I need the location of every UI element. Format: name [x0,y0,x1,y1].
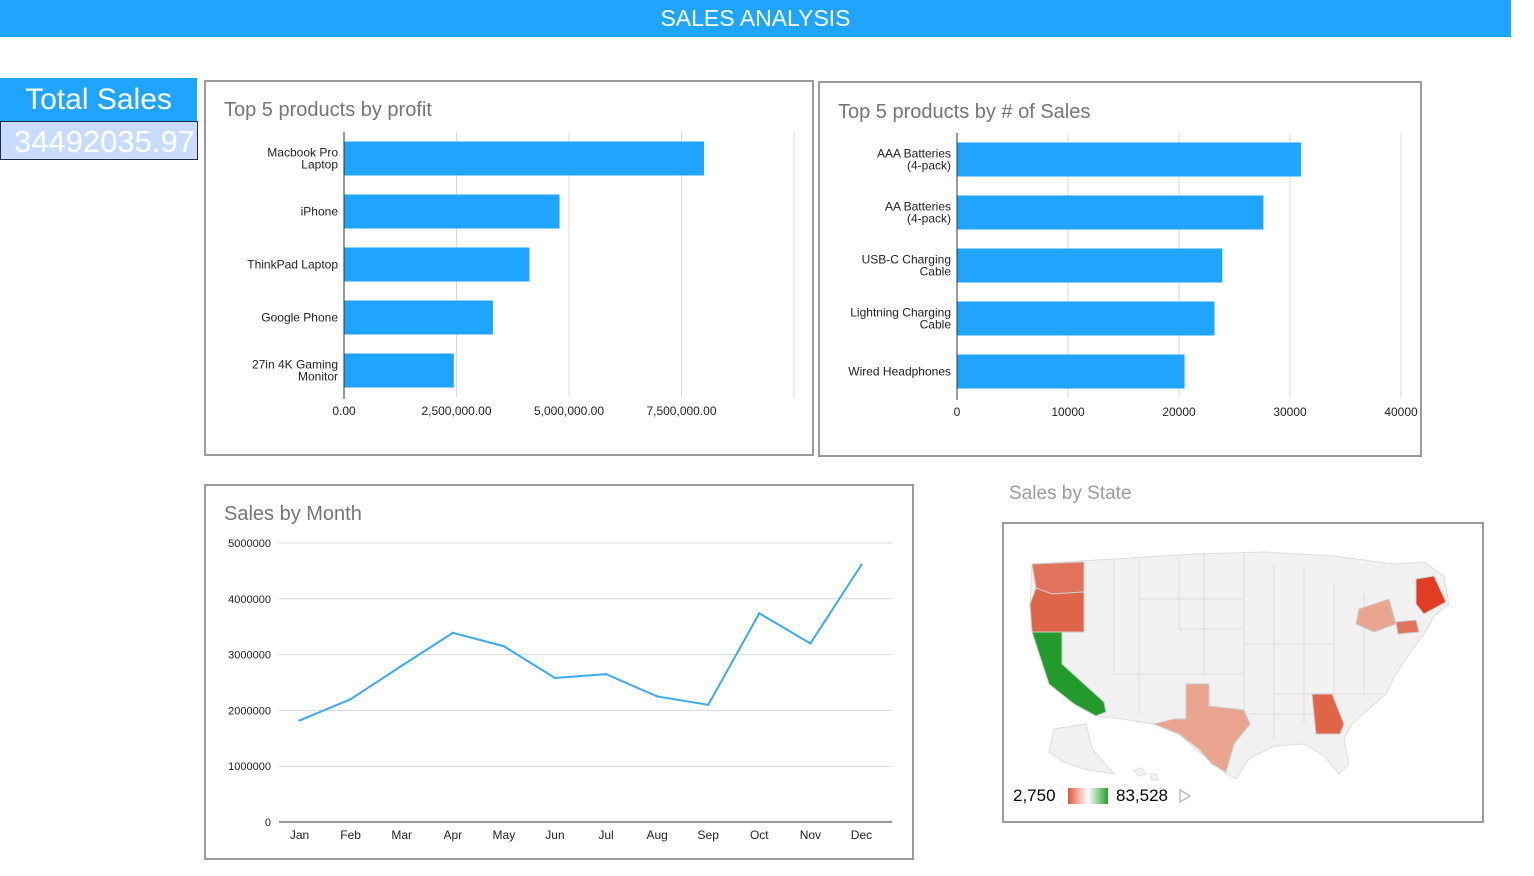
x-tick-label: Oct [750,828,769,842]
state-hawaii [1133,767,1159,781]
y-tick-label: 3000000 [228,650,271,662]
category-label: (4-pack) [907,212,951,226]
map-legend-min: 2,750 [1013,786,1056,805]
sales-line [299,564,863,722]
profit-bar-chart: Macbook ProLaptopiPhoneThinkPad LaptopGo… [247,132,795,418]
x-tick-label: 20000 [1162,405,1196,419]
state-alaska [1048,723,1116,775]
x-tick-label: 30000 [1273,405,1307,419]
line-point [553,676,557,680]
bar [344,247,530,282]
x-tick-label: 40000 [1384,405,1418,419]
line-point [758,612,761,615]
category-label: Monitor [298,370,338,384]
category-label: Cable [920,265,952,279]
x-tick-label: Mar [391,828,412,842]
bar [344,300,493,335]
x-tick-label: May [493,828,516,842]
dashboard-title: SALES ANALYSIS [0,0,1511,37]
category-label: Laptop [301,158,338,172]
map-legend-max: 83,528 [1116,786,1168,805]
bar [957,248,1223,283]
map-legend-gradient [1068,788,1108,804]
total-sales-value: 34492035.97 [0,121,198,160]
line-point [604,672,608,676]
line-point [860,563,863,566]
line-point [809,642,812,645]
x-tick-label: 0.00 [332,404,356,418]
category-label: Google Phone [261,311,338,325]
bar [957,354,1185,389]
category-label: Wired Headphones [848,365,951,379]
bar [344,353,454,388]
x-tick-label: Nov [800,828,821,842]
bar [344,141,704,176]
category-label: ThinkPad Laptop [247,258,338,272]
y-tick-label: 0 [265,817,271,829]
state-map-panel [1002,522,1484,823]
x-tick-label: Aug [646,828,667,842]
y-tick-label: 5000000 [228,538,271,550]
line-point [655,695,659,698]
x-tick-label: Apr [443,828,462,842]
legend-pointer-icon [1179,789,1192,803]
bar [957,195,1264,230]
category-label: iPhone [301,205,339,219]
count-bar-chart: AAA Batteries(4-pack)AA Batteries(4-pack… [848,133,1418,419]
line-point [502,645,506,648]
y-tick-label: 1000000 [228,761,271,773]
category-label: Cable [920,318,952,332]
bar [957,142,1302,177]
x-tick-label: Dec [851,828,872,842]
state-map-title: Sales by State [1009,483,1132,504]
state-oregon [1029,587,1085,633]
state-massachusetts [1395,619,1420,635]
line-point [400,664,403,667]
line-point [707,703,710,707]
x-tick-label: 10000 [1051,405,1085,419]
month-line-chart: 0 1000000 2000000 3000000 4000000 5000000 Jan F… [228,538,892,842]
total-sales-label: Total Sales [0,78,197,121]
y-tick-label: 2000000 [228,705,271,717]
x-tick-label: Jul [598,828,613,842]
bar [344,194,560,229]
y-tick-label: 4000000 [228,594,271,606]
category-label: (4-pack) [907,159,951,173]
x-tick-label: 7,500,000.00 [646,404,716,418]
x-tick-label: 5,000,000.00 [534,404,604,418]
x-tick-label: 0 [954,405,961,419]
x-tick-label: 2,500,000.00 [421,404,491,418]
us-mainland-shape [1029,551,1450,780]
x-tick-label: Jan [290,828,309,842]
line-point [349,698,352,701]
line-point [451,631,454,635]
x-tick-label: Feb [340,828,361,842]
us-states-map [1029,551,1450,781]
x-tick-label: Sep [698,828,720,842]
line-point [298,719,301,722]
bar [957,301,1215,336]
x-tick-label: Jun [545,828,564,842]
